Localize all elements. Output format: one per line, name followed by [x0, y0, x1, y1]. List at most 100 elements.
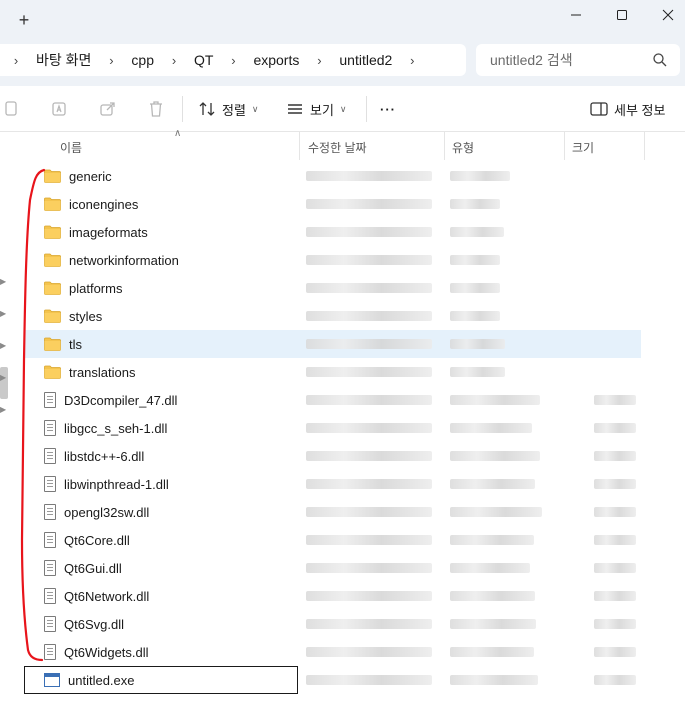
close-button[interactable] — [645, 0, 685, 30]
chevron-right-icon[interactable]: › — [4, 53, 28, 68]
file-row[interactable]: Qt6Core.dll — [24, 526, 641, 554]
maximize-icon — [617, 10, 627, 20]
chevron-right-icon[interactable]: › — [307, 53, 331, 68]
column-type[interactable]: 유형 — [452, 136, 474, 158]
file-name-cell[interactable]: D3Dcompiler_47.dll — [44, 386, 177, 414]
chevron-right-icon[interactable]: ▶ — [0, 373, 8, 383]
file-icon — [44, 560, 56, 576]
file-name: styles — [69, 308, 103, 324]
file-row[interactable]: D3Dcompiler_47.dll — [24, 386, 641, 414]
file-name-cell[interactable]: opengl32sw.dll — [44, 498, 149, 526]
nav-scrollbar[interactable] — [0, 367, 8, 399]
file-name-cell[interactable]: iconengines — [44, 190, 138, 218]
chevron-right-icon[interactable]: › — [400, 53, 424, 68]
column-divider[interactable] — [444, 132, 445, 160]
rename-icon[interactable] — [50, 99, 70, 119]
column-date[interactable]: 수정한 날짜 — [308, 136, 367, 158]
minimize-button[interactable] — [553, 0, 599, 30]
file-row[interactable]: untitled.exe — [24, 666, 641, 694]
file-name-cell[interactable]: generic — [44, 162, 112, 190]
file-name-cell[interactable]: networkinformation — [44, 246, 179, 274]
search-icon[interactable] — [652, 52, 668, 68]
file-name-cell[interactable]: styles — [44, 302, 102, 330]
file-name-cell[interactable]: Qt6Gui.dll — [44, 554, 122, 582]
details-pane-button[interactable]: 세부 정보 — [590, 99, 665, 119]
file-name: iconengines — [69, 196, 139, 212]
column-size[interactable]: 크기 — [572, 136, 594, 158]
column-divider[interactable] — [564, 132, 565, 160]
file-row[interactable]: iconengines — [24, 190, 641, 218]
file-name-cell[interactable]: Qt6Widgets.dll — [44, 638, 149, 666]
chevron-right-icon[interactable]: › — [99, 53, 123, 68]
file-name: Qt6Network.dll — [64, 588, 150, 604]
chevron-right-icon[interactable]: › — [162, 53, 186, 68]
redacted-type — [450, 423, 532, 433]
file-name-cell[interactable]: libstdc++-6.dll — [44, 442, 144, 470]
redacted-type — [450, 591, 535, 601]
folder-icon — [44, 365, 61, 379]
file-name-cell[interactable]: translations — [44, 358, 135, 386]
file-row[interactable]: styles — [24, 302, 641, 330]
file-row[interactable]: Qt6Network.dll — [24, 582, 641, 610]
breadcrumb-item-exports[interactable]: exports — [245, 52, 307, 68]
file-row[interactable]: Qt6Gui.dll — [24, 554, 641, 582]
redacted-size — [594, 563, 636, 573]
file-name-cell[interactable]: Qt6Core.dll — [44, 526, 130, 554]
file-row[interactable]: libwinpthread-1.dll — [24, 470, 641, 498]
file-name-cell[interactable]: untitled.exe — [44, 666, 135, 694]
file-row[interactable]: imageformats — [24, 218, 641, 246]
file-name-cell[interactable]: imageformats — [44, 218, 148, 246]
file-row[interactable]: networkinformation — [24, 246, 641, 274]
file-name-cell[interactable]: platforms — [44, 274, 122, 302]
file-row[interactable]: generic — [24, 162, 641, 190]
breadcrumb-item-qt[interactable]: QT — [186, 52, 221, 68]
copy-icon[interactable] — [2, 99, 22, 119]
file-name-cell[interactable]: tls — [44, 330, 82, 358]
redacted-type — [450, 619, 536, 629]
search-input[interactable]: untitled2 검색 — [476, 44, 680, 76]
file-row[interactable]: Qt6Svg.dll — [24, 610, 641, 638]
share-icon[interactable] — [98, 99, 118, 119]
delete-icon[interactable] — [146, 99, 166, 119]
maximize-button[interactable] — [599, 0, 645, 30]
column-header-row: ∧ 이름 수정한 날짜 유형 크기 — [24, 128, 685, 160]
redacted-type — [450, 535, 534, 545]
file-row[interactable]: tls — [24, 330, 641, 358]
navigation-pane[interactable]: ▶ ▶ ▶ ▶ ▶ — [0, 132, 22, 718]
chevron-right-icon[interactable]: ▶ — [0, 309, 8, 319]
redacted-date — [306, 311, 432, 321]
file-row[interactable]: translations — [24, 358, 641, 386]
file-name: untitled.exe — [68, 672, 135, 688]
new-tab-button[interactable]: + — [14, 9, 34, 31]
file-name-cell[interactable]: Qt6Svg.dll — [44, 610, 124, 638]
file-row[interactable]: libstdc++-6.dll — [24, 442, 641, 470]
more-options-button[interactable]: ··· — [380, 99, 396, 119]
column-name[interactable]: 이름 — [60, 136, 82, 158]
file-row[interactable]: libgcc_s_seh-1.dll — [24, 414, 641, 442]
file-name-cell[interactable]: libgcc_s_seh-1.dll — [44, 414, 167, 442]
file-name: D3Dcompiler_47.dll — [64, 392, 178, 408]
chevron-right-icon[interactable]: ▶ — [0, 405, 8, 415]
sort-button[interactable]: 정렬 ∨ — [198, 99, 259, 119]
column-divider[interactable] — [299, 132, 300, 160]
redacted-type — [450, 507, 542, 517]
redacted-date — [306, 395, 432, 405]
view-button[interactable]: 보기 ∨ — [286, 99, 347, 119]
breadcrumb-item-untitled2[interactable]: untitled2 — [331, 52, 400, 68]
file-row[interactable]: opengl32sw.dll — [24, 498, 641, 526]
breadcrumb-item-cpp[interactable]: cpp — [123, 52, 162, 68]
chevron-right-icon[interactable]: ▶ — [0, 341, 8, 351]
column-divider[interactable] — [644, 132, 645, 160]
redacted-type — [450, 283, 500, 293]
file-name-cell[interactable]: Qt6Network.dll — [44, 582, 149, 610]
folder-icon — [44, 225, 61, 239]
redacted-date — [306, 535, 432, 545]
chevron-right-icon[interactable]: › — [221, 53, 245, 68]
file-row[interactable]: Qt6Widgets.dll — [24, 638, 641, 666]
command-bar: 정렬 ∨ 보기 ∨ ··· 세부 정보 — [0, 86, 685, 132]
breadcrumb[interactable]: › 바탕 화면 › cpp › QT › exports › untitled2… — [0, 44, 466, 76]
file-row[interactable]: platforms — [24, 274, 641, 302]
breadcrumb-item-desktop[interactable]: 바탕 화면 — [28, 50, 99, 70]
chevron-right-icon[interactable]: ▶ — [0, 277, 8, 287]
file-name-cell[interactable]: libwinpthread-1.dll — [44, 470, 169, 498]
